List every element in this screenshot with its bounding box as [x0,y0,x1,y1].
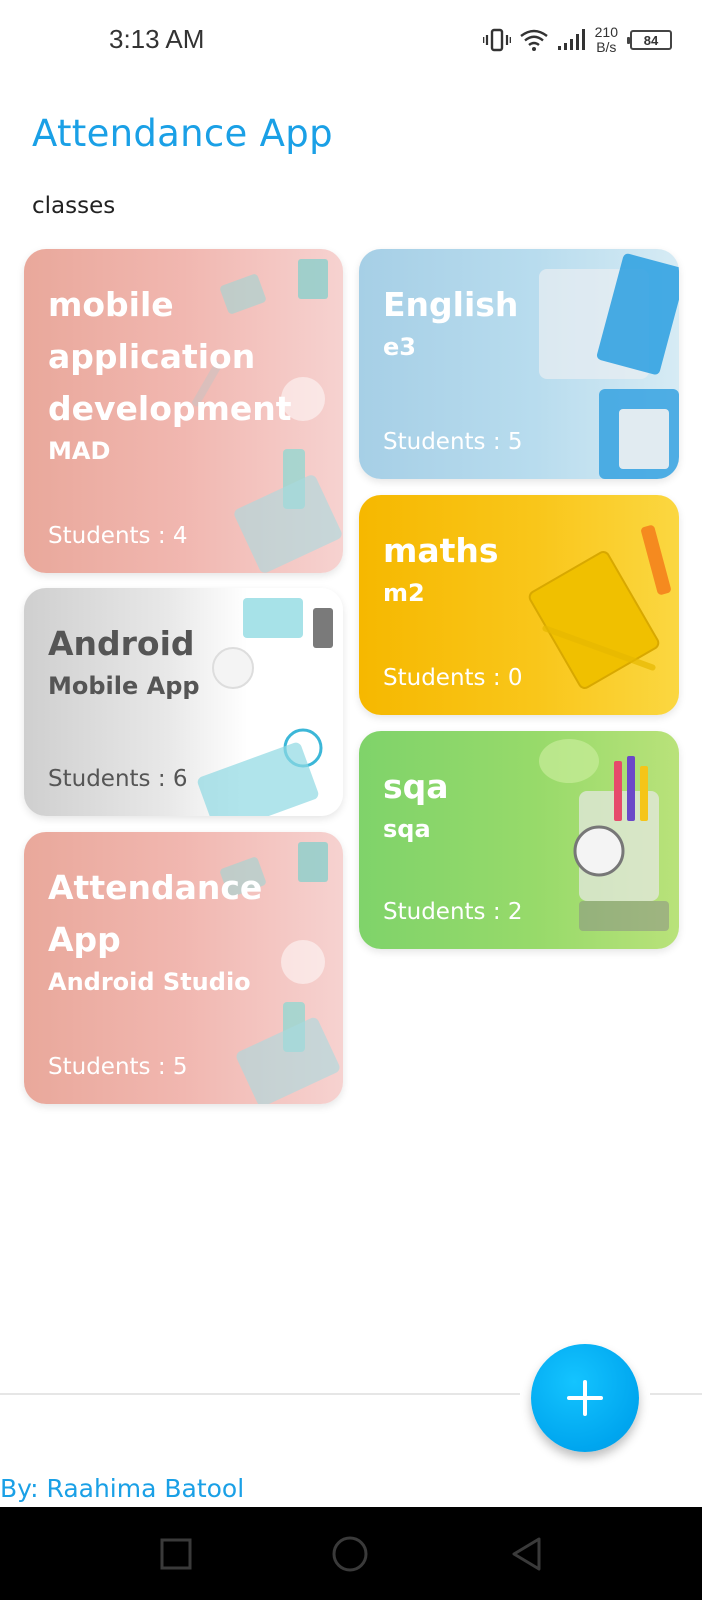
class-code: sqa [383,815,431,843]
class-code: MAD [48,437,111,465]
class-name: maths [383,531,499,570]
back-button[interactable] [477,1507,577,1600]
status-time: 3:13 AM [109,24,205,54]
class-code: Mobile App [48,672,200,700]
status-bar: 3:13 AM 210 B/s 84 [0,0,702,80]
class-card-android[interactable]: Android Mobile App Students : 6 [24,588,343,816]
class-card-maths[interactable]: maths m2 Students : 0 [359,495,679,715]
class-card-english[interactable]: English e3 Students : 5 [359,249,679,479]
network-speed: 210 B/s [595,25,618,55]
class-code: Android Studio [48,968,251,996]
status-icons: 210 B/s 84 [482,22,672,58]
class-name: sqa [383,767,449,806]
battery-icon: 84 [627,30,672,50]
home-button[interactable] [300,1507,400,1600]
class-card-attendance-app[interactable]: Attendance App Android Studio Students :… [24,832,343,1104]
class-name: mobile application development [48,285,292,428]
class-code: e3 [383,333,416,361]
class-name: Android [48,624,195,663]
system-navigation-bar [0,1507,702,1600]
recents-button[interactable] [126,1507,226,1600]
signal-icon [557,29,585,50]
wifi-icon [519,29,548,51]
triangle-back-icon [512,1537,541,1570]
plus-icon [567,1380,603,1416]
class-code: m2 [383,579,425,607]
student-count: Students : 4 [48,523,188,549]
student-count: Students : 6 [48,766,188,792]
student-count: Students : 0 [383,665,523,691]
class-name: English [383,285,519,324]
net-speed-value: 210 [594,24,618,40]
battery-level: 84 [643,32,659,48]
class-card-sqa[interactable]: sqa sqa Students : 2 [359,731,679,949]
author-credit: By: Raahima Batool [0,1474,245,1503]
section-label: classes [32,193,116,219]
student-count: Students : 5 [383,429,523,455]
square-icon [160,1538,192,1569]
circle-icon [332,1536,368,1571]
vibrate-icon [482,28,511,52]
net-speed-unit: B/s [596,39,617,55]
student-count: Students : 2 [383,899,523,925]
class-name: Attendance App [48,868,263,959]
class-card-mad[interactable]: mobile application development MAD Stude… [24,249,343,573]
student-count: Students : 5 [48,1054,188,1080]
page-title: Attendance App [32,112,333,155]
add-class-button[interactable] [531,1344,639,1452]
